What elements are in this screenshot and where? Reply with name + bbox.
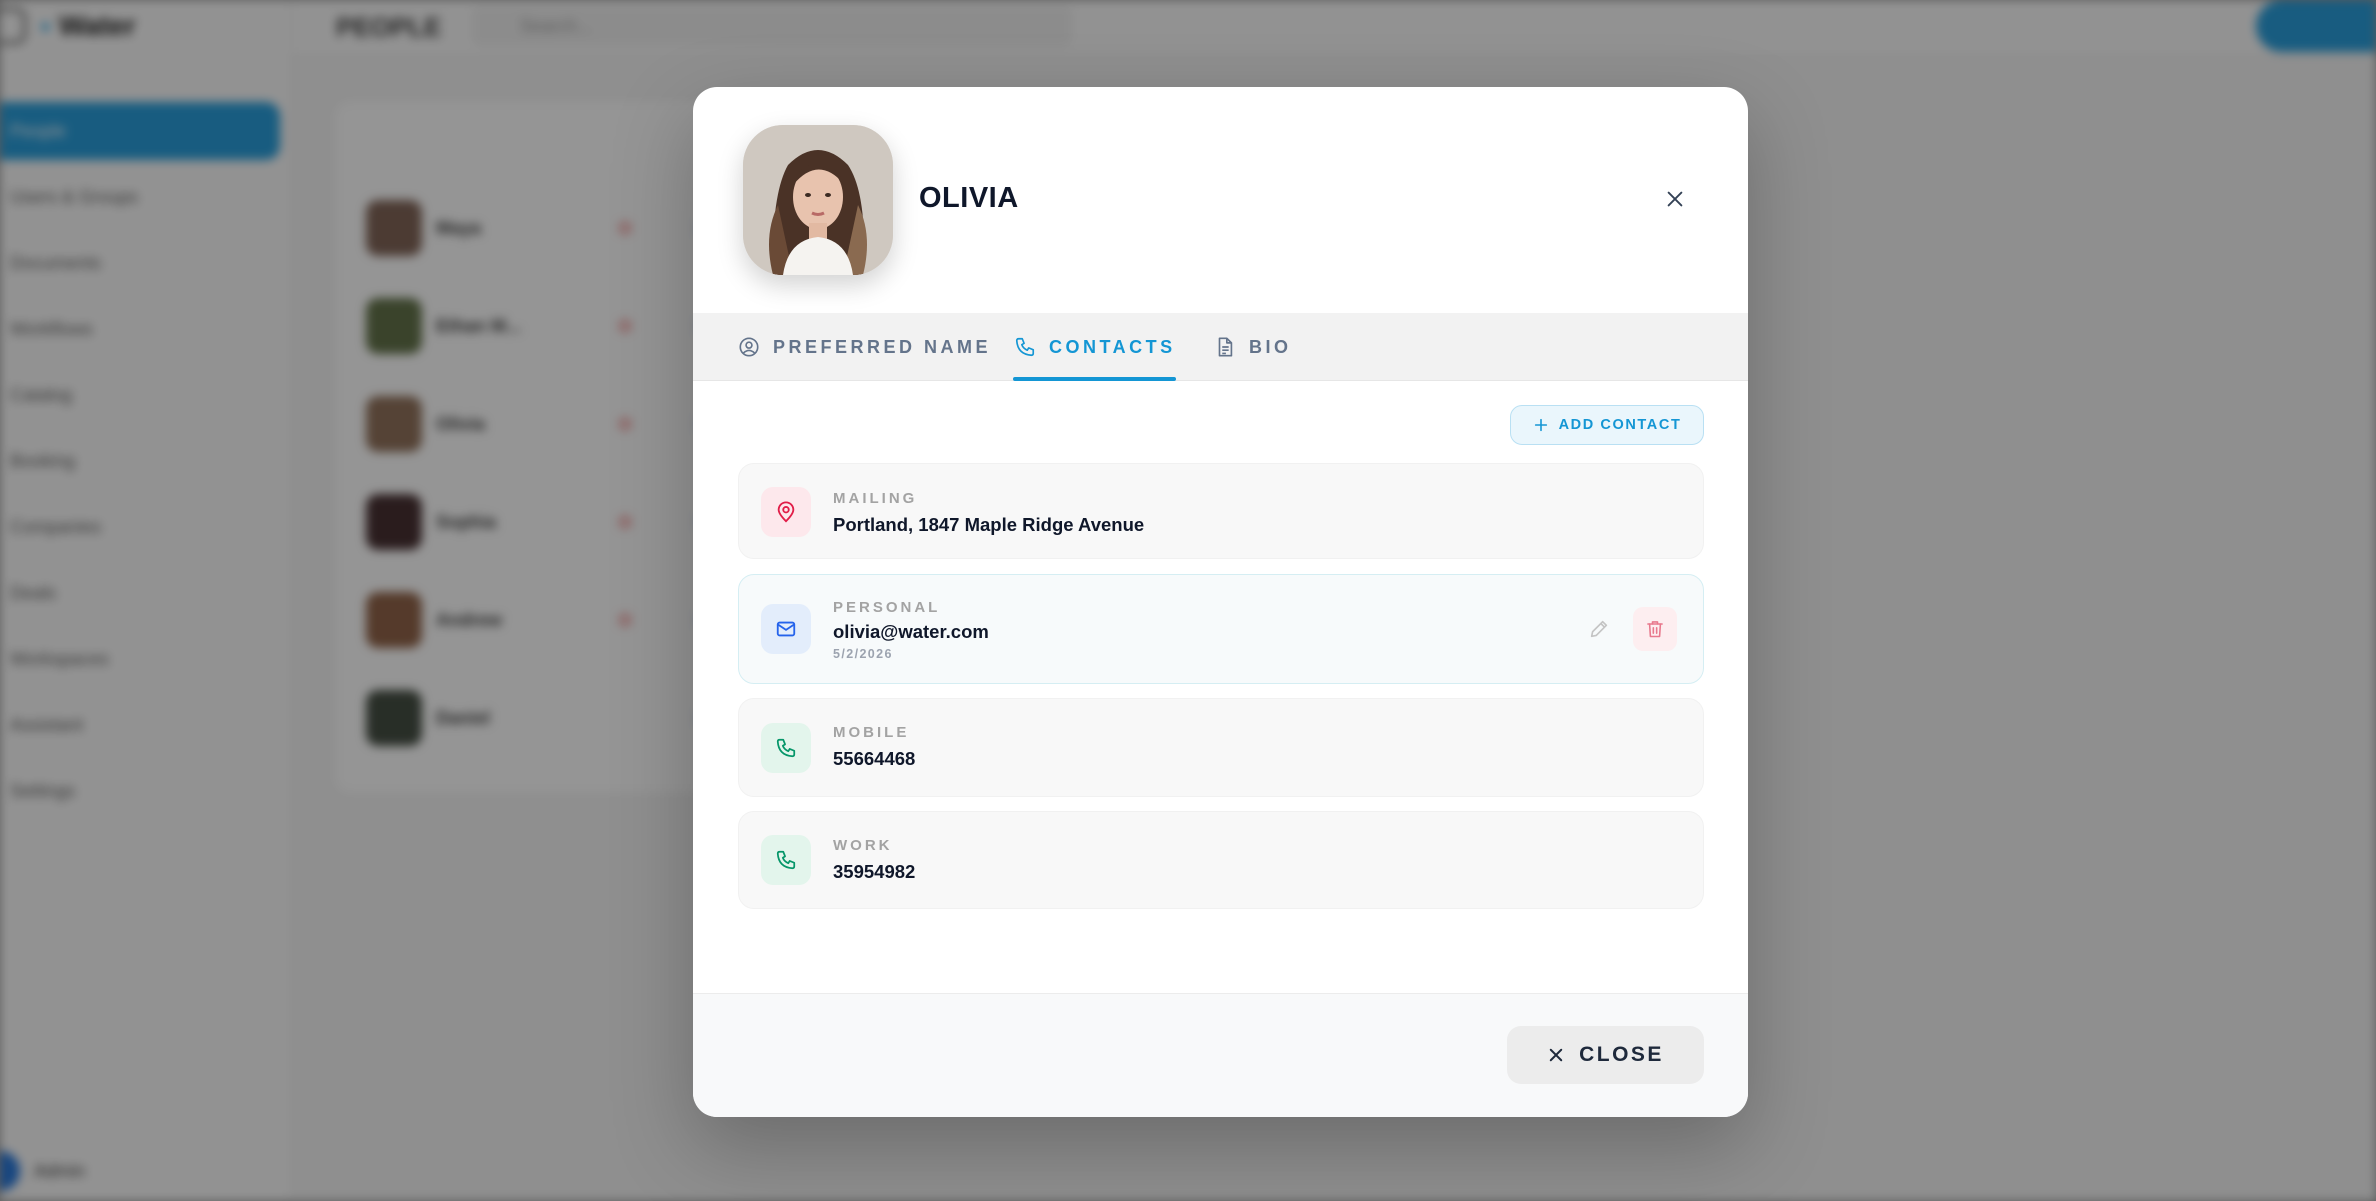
contact-value: Portland, 1847 Maple Ridge Avenue	[833, 514, 1145, 535]
document-icon	[1213, 335, 1237, 359]
modal-footer: CLOSE	[693, 993, 1748, 1117]
modal-title: OLIVIA	[919, 182, 1019, 214]
close-label: CLOSE	[1579, 1043, 1664, 1066]
tab-label: PREFERRED NAME	[773, 336, 992, 357]
tab-label: CONTACTS	[1049, 336, 1176, 357]
contact-modal: OLIVIA PREFERRED NAME CONTACTS BIO ADD C…	[693, 87, 1748, 1117]
close-icon-button[interactable]	[1659, 183, 1691, 215]
contact-value: 55664468	[833, 748, 916, 769]
edit-contact-button[interactable]	[1582, 612, 1616, 646]
contact-type: WORK	[833, 837, 893, 854]
contact-card-personal[interactable]: PERSONAL olivia@water.com 5/2/2026	[738, 574, 1704, 684]
tab-contacts[interactable]: CONTACTS	[1013, 313, 1176, 381]
avatar	[743, 125, 893, 275]
contact-value: 35954982	[833, 861, 916, 882]
modal-header: OLIVIA	[693, 87, 1748, 313]
contact-type: MOBILE	[833, 724, 910, 741]
contact-card-mobile[interactable]: MOBILE 55664468	[738, 698, 1704, 797]
contact-value: olivia@water.com	[833, 621, 989, 642]
trash-icon	[1647, 621, 1663, 638]
add-contact-button[interactable]: ADD CONTACT	[1510, 405, 1704, 445]
phone-icon	[1013, 335, 1037, 359]
tab-preferred-name[interactable]: PREFERRED NAME	[737, 313, 991, 381]
close-icon	[1667, 191, 1683, 207]
add-contact-label: ADD CONTACT	[1558, 417, 1682, 433]
plus-icon	[1533, 417, 1549, 433]
contact-card-mailing[interactable]: MAILING Portland, 1847 Maple Ridge Avenu…	[738, 463, 1704, 559]
contact-type: MAILING	[833, 490, 918, 507]
user-circle-icon	[737, 335, 761, 359]
phone-icon	[761, 723, 811, 773]
close-icon	[1547, 1046, 1565, 1064]
phone-icon	[761, 835, 811, 885]
contact-card-work[interactable]: WORK 35954982	[738, 811, 1704, 909]
tab-label: BIO	[1249, 336, 1292, 357]
pencil-icon	[1590, 620, 1608, 638]
map-pin-icon	[761, 487, 811, 537]
contact-type: PERSONAL	[833, 599, 941, 616]
contact-date: 5/2/2026	[833, 647, 893, 661]
tab-bar: PREFERRED NAME CONTACTS BIO	[693, 313, 1748, 381]
mail-icon	[761, 604, 811, 654]
tab-bio[interactable]: BIO	[1213, 313, 1292, 381]
close-button[interactable]: CLOSE	[1507, 1026, 1704, 1084]
delete-contact-button[interactable]	[1633, 607, 1677, 651]
